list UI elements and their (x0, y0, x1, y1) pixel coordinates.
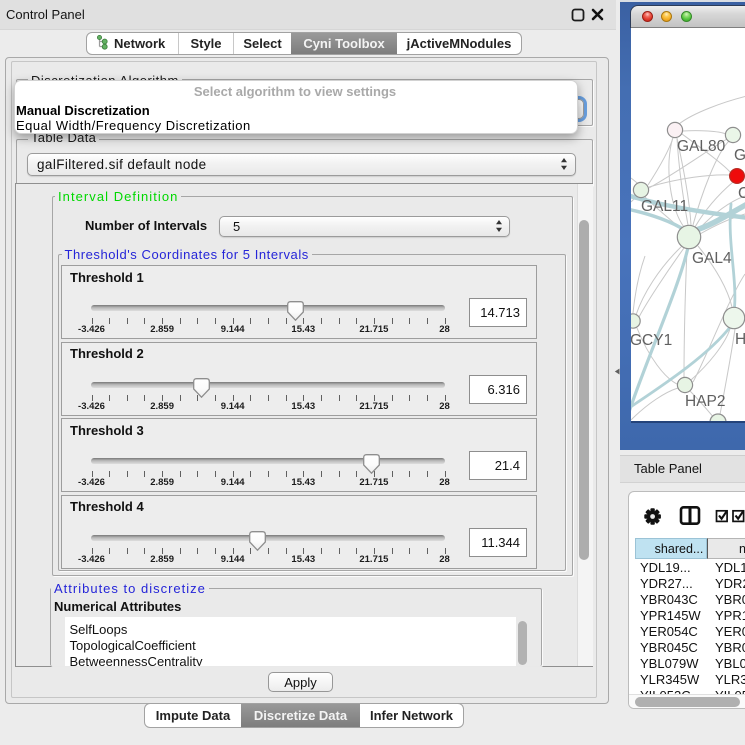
svg-text:GAL11: GAL11 (641, 198, 688, 215)
svg-text:HAP2: HAP2 (685, 393, 726, 410)
svg-text:H: H (735, 331, 745, 348)
svg-text:GCY1: GCY1 (631, 332, 672, 349)
svg-text:GAL4: GAL4 (692, 250, 732, 267)
svg-text:C: C (738, 185, 745, 202)
svg-text:GA: GA (734, 147, 745, 164)
svg-text:GAL80: GAL80 (677, 138, 726, 155)
